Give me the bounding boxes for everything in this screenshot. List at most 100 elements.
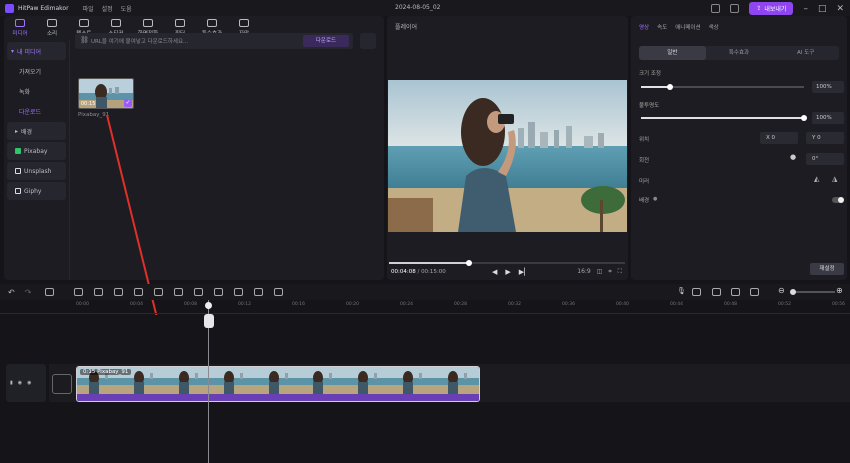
progress-knob[interactable] [466,260,473,266]
clip-frame [346,367,392,394]
ruler-tick-label: 00:48 [724,302,737,307]
scale-slider-fill [641,86,671,88]
clip-frame [256,367,302,394]
flip-horizontal-icon[interactable]: ◭ [814,175,819,183]
camera-icon[interactable] [274,288,284,296]
ruler-tick-label: 00:52 [778,302,791,307]
tab-animation[interactable]: 애니메이션 [675,23,700,31]
track-lock-icon[interactable]: ▮ [10,380,13,386]
clip-audio-bar [77,394,479,401]
timeline-toolbar: ↶ ↷ 🎙 ⊖ ⊕ [0,284,850,300]
split-icon[interactable] [74,288,84,296]
opacity-value[interactable]: 100% [812,112,844,124]
preview-progress-bar[interactable] [389,260,625,266]
preview-progress-fill [389,262,470,264]
opacity-slider[interactable] [641,115,807,121]
current-time: 00:04:08 [391,269,416,275]
tab-speed[interactable]: 속도 [657,23,667,31]
mask-icon[interactable] [174,288,184,296]
background-toggle[interactable] [832,197,844,203]
subtab-ai-tools[interactable]: AI 도구 [772,46,839,60]
ruler-tick-label: 00:16 [292,302,305,307]
position-label: 위치 [639,137,650,143]
preview-panel: 플레이어 00:04:08 / 00:15:00 ◀ ▶ ▶▏ 16:9 ◫ ⌗… [387,16,628,280]
freeze-icon[interactable] [94,288,104,296]
subtab-effects[interactable]: 특수효과 [706,46,773,60]
add-media-icon[interactable] [52,374,72,394]
opacity-slider-knob[interactable] [801,115,807,121]
flip-label: 미러 [639,179,650,185]
snap-icon[interactable] [692,288,701,296]
play-icon[interactable]: ▶ [505,268,510,276]
ruler-tick-label: 00:32 [508,302,521,307]
scale-slider[interactable] [641,84,804,90]
screenshot-icon[interactable]: ◫ [597,268,603,276]
subtab-general[interactable]: 일반 [639,46,706,60]
playhead-head[interactable] [205,302,212,309]
zoom-in-icon[interactable]: ⊕ [836,286,843,295]
speed-icon[interactable] [114,288,124,296]
link-clip-icon[interactable] [712,288,721,296]
preview-title: 플레이어 [395,24,418,31]
ruler-tick-label: 00:24 [400,302,413,307]
next-frame-icon[interactable]: ▶▏ [519,268,530,276]
zoom-slider[interactable] [790,289,835,295]
position-y-field[interactable]: Y 0 [806,132,844,144]
rotate-label: 회전 [639,158,650,164]
rotate-field[interactable]: 0° [806,153,844,165]
clip-frame [211,367,257,394]
timeline-ruler[interactable]: 00:00 00:04 00:08 00:12 00:16 00:20 00:24 00:28… [0,300,850,314]
prev-frame-icon[interactable]: ◀ [492,268,497,276]
redo-icon[interactable]: ↷ [25,288,32,297]
position-y-value: 0 [817,135,821,141]
track-visible-icon[interactable]: ◉ [18,380,22,386]
opacity-slider-fill [641,117,804,119]
blend-label: 배경 [639,198,650,204]
ruler-tick-label: 00:20 [346,302,359,307]
info-icon: ● [653,196,658,202]
ai-icon[interactable] [254,288,264,296]
video-frame [388,80,627,232]
rotate-dial-icon[interactable]: ● [790,153,796,161]
undo-icon[interactable]: ↶ [8,288,15,297]
delete-icon[interactable] [45,288,55,296]
track-header: ▮ ◉ ◉ [6,364,46,402]
track-icon[interactable] [731,288,740,296]
tab-video[interactable]: 영상 [639,23,649,31]
properties-tabs: 영상 속도 애니메이션 색상 [639,23,719,31]
playhead-grip[interactable] [204,314,214,328]
total-time: 00:15:00 [421,269,446,275]
clip-frames [77,367,479,394]
zoom-out-icon[interactable]: ⊖ [778,286,785,295]
properties-panel: 영상 속도 애니메이션 색상 일반 특수효과 AI 도구 [631,16,847,280]
preview-video[interactable] [388,80,627,232]
tab-color[interactable]: 색상 [709,23,719,31]
ruler-tick-label: 00:44 [670,302,683,307]
ruler-tick-label: 00:36 [562,302,575,307]
subtitle-icon[interactable] [234,288,244,296]
zoom-slider-knob[interactable] [790,289,796,295]
flip-vertical-icon[interactable]: ◮ [832,175,837,183]
position-x-value: 0 [771,135,776,141]
audio-detach-icon[interactable] [214,288,224,296]
timecode: 00:04:08 / 00:15:00 [391,269,446,275]
aspect-ratio-select[interactable]: 16:9 [577,268,590,276]
scale-value[interactable]: 100% [812,81,844,93]
preview-track-icon[interactable] [750,288,759,296]
properties-subtabs: 일반 특수효과 AI 도구 [639,46,839,60]
timeline-clip[interactable]: 0:15 Pixabay_91 [76,366,480,402]
ruler-tick-label: 00:56 [832,302,845,307]
clip-label: 0:15 Pixabay_91 [80,369,132,375]
reset-button[interactable]: 재설정 [810,263,844,275]
fullscreen-icon[interactable]: ⛶ [618,268,622,276]
position-x-field[interactable]: X 0 [760,132,798,144]
clip-frame [391,367,437,394]
ruler-tick-label: 00:28 [454,302,467,307]
crop-icon[interactable]: ⌗ [608,268,611,276]
reverse-icon[interactable] [154,288,164,296]
mirror-icon[interactable] [194,288,204,296]
track-mute-icon[interactable]: ◉ [27,380,31,386]
microphone-icon[interactable]: 🎙 [677,287,686,295]
clip-frame [436,367,479,394]
crop-tool-icon[interactable] [134,288,144,296]
